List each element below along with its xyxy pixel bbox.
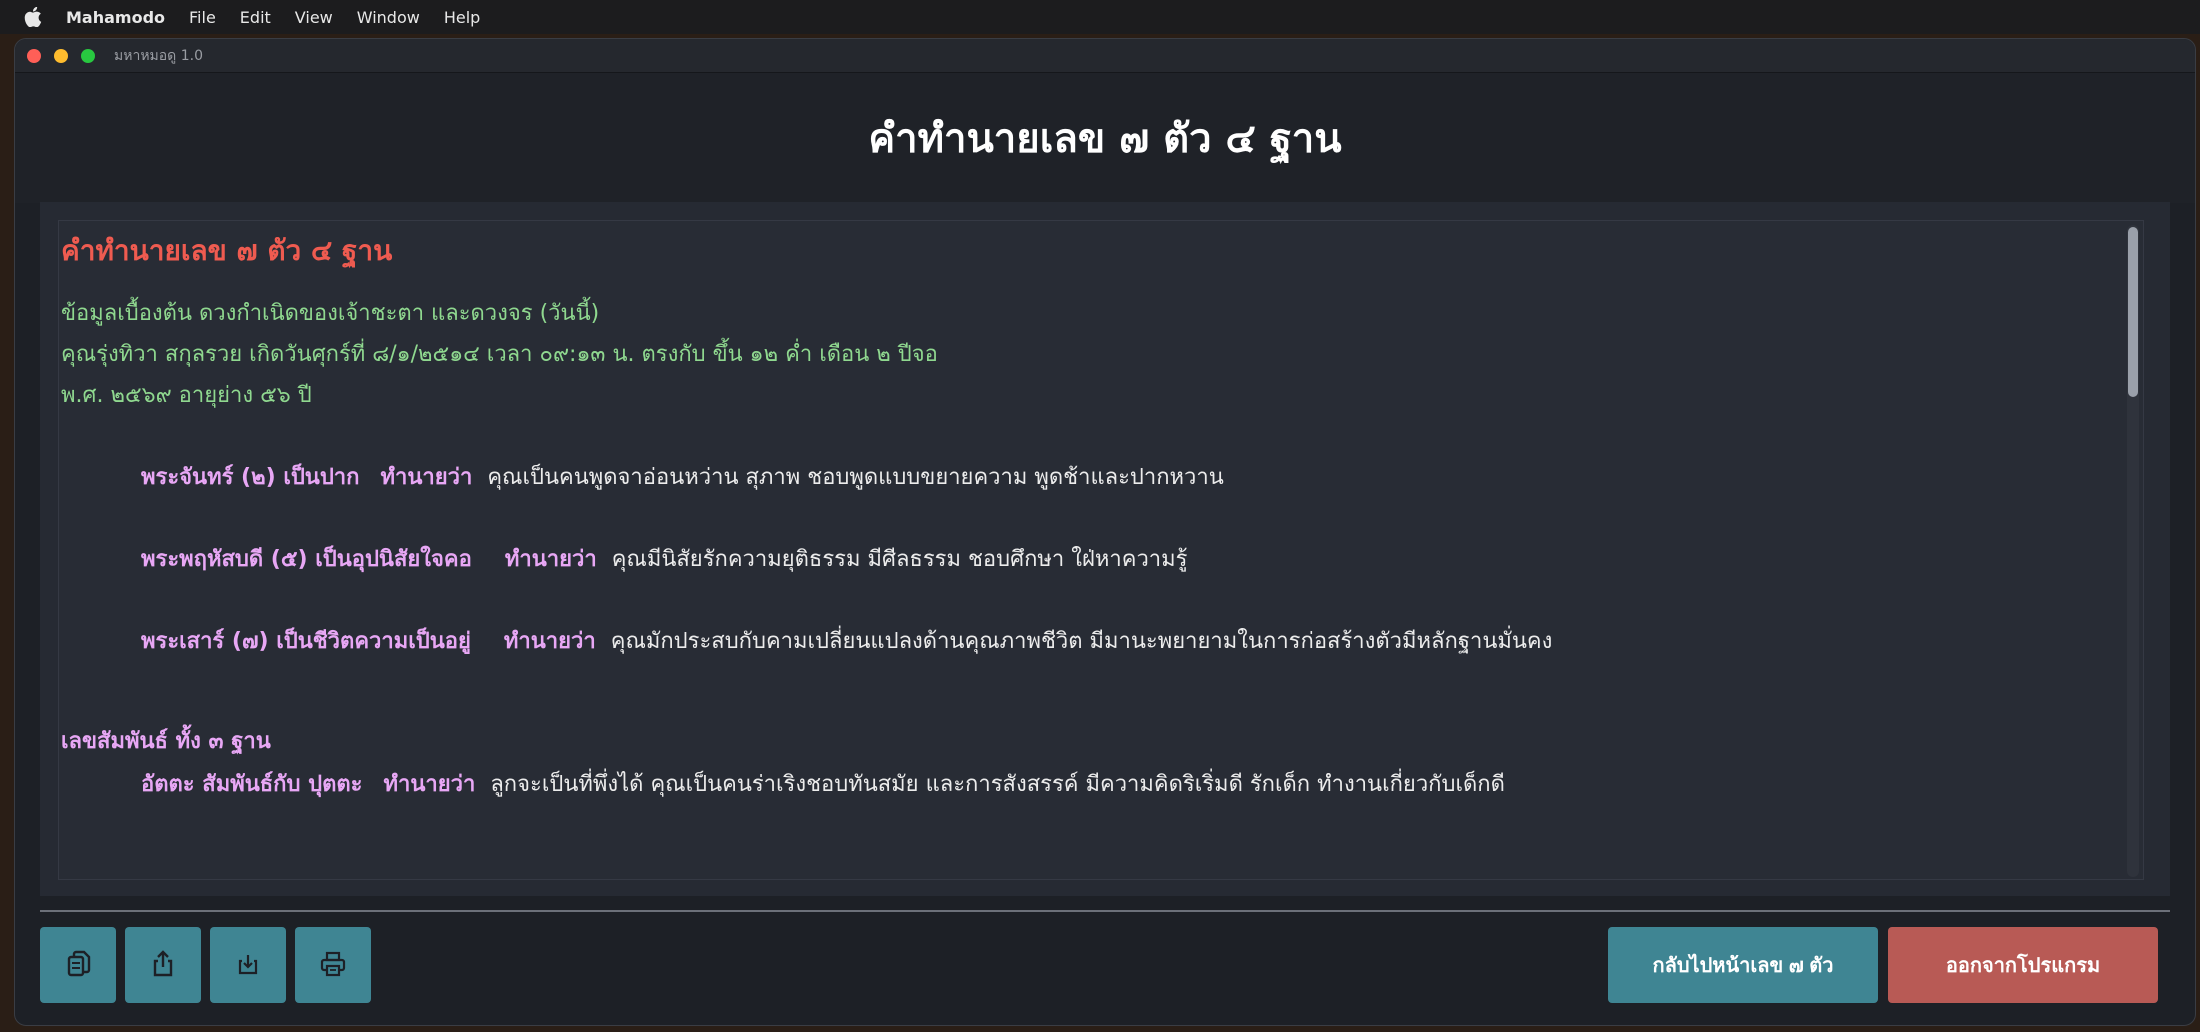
print-button[interactable]	[295, 927, 371, 1003]
page-title: คำทำนายเลข ๗ ตัว ๔ ฐาน	[868, 115, 1342, 162]
apple-icon[interactable]	[24, 6, 44, 28]
copy-icon	[62, 948, 94, 983]
prediction-planet: พระพฤหัสบดี (๕) เป็นอุปนิสัยใจคอ	[141, 547, 472, 572]
prediction-text: คุณมีนิสัยรักความยุติธรรม มีศีลธรรม ชอบศ…	[611, 547, 1188, 572]
menu-edit[interactable]: Edit	[240, 8, 271, 27]
prediction-label: ทำนายว่า	[380, 465, 473, 490]
relation-row: อัตตะ สัมพันธ์กับ ปุตตะ ทำนายว่า ลูกจะเป…	[141, 766, 1505, 801]
page-header: คำทำนายเลข ๗ ตัว ๔ ฐาน	[15, 73, 2195, 203]
info-line-2: คุณรุ่งทิวา สกุลรวย เกิดวันศุกร์ที่ ๘/๑/…	[61, 342, 938, 367]
prediction-planet: พระเสาร์ (๗) เป็นชีวิตความเป็นอยู่	[141, 629, 471, 654]
menu-view[interactable]: View	[295, 8, 333, 27]
relation-heading: เลขสัมพันธ์ ทั้ง ๓ ฐาน	[61, 729, 271, 754]
prediction-row: พระพฤหัสบดี (๕) เป็นอุปนิสัยใจคอ ทำนายว่…	[141, 541, 1187, 576]
share-icon	[147, 948, 179, 983]
share-button[interactable]	[125, 927, 201, 1003]
footer-divider	[40, 910, 2170, 912]
report-text-area[interactable]: คำทำนายเลข ๗ ตัว ๔ ฐาน ข้อมูลเบื้องต้น ด…	[58, 220, 2144, 880]
menubar: Mahamodo File Edit View Window Help	[0, 0, 2200, 34]
scrollbar-thumb[interactable]	[2128, 227, 2138, 397]
info-line-1: ข้อมูลเบื้องต้น ดวงกำเนิดของเจ้าชะตา และ…	[61, 301, 600, 326]
copy-button[interactable]	[40, 927, 116, 1003]
prediction-text: คุณมักประสบกับคามเปลี่ยนแปลงด้านคุณภาพชี…	[610, 629, 1553, 654]
title-bar: มหาหมอดู 1.0	[15, 39, 2195, 73]
relation-text: ลูกจะเป็นที่พึ่งได้ คุณเป็นคนร่าเริงชอบท…	[490, 772, 1505, 797]
relation-pair: อัตตะ สัมพันธ์กับ ปุตตะ	[141, 772, 363, 797]
menu-app-name[interactable]: Mahamodo	[66, 8, 165, 27]
prediction-label: ทำนายว่า	[503, 629, 596, 654]
report-title: คำทำนายเลข ๗ ตัว ๔ ฐาน	[61, 234, 393, 267]
print-icon	[317, 948, 349, 983]
prediction-planet: พระจันทร์ (๒) เป็นปาก	[141, 465, 360, 490]
menu-help[interactable]: Help	[444, 8, 480, 27]
relation-label: ทำนายว่า	[383, 772, 476, 797]
minimize-window-button[interactable]	[54, 48, 68, 63]
close-window-button[interactable]	[27, 48, 41, 63]
download-icon	[232, 948, 264, 983]
zoom-window-button[interactable]	[81, 48, 95, 63]
exit-program-button[interactable]: ออกจากโปรแกรม	[1888, 927, 2158, 1003]
info-line-3: พ.ศ. ๒๕๖๙ อายุย่าง ๕๖ ปี	[61, 383, 312, 408]
window-title: มหาหมอดู 1.0	[114, 47, 203, 64]
prediction-text: คุณเป็นคนพูดจาอ่อนหว่าน สุภาพ ชอบพูดแบบข…	[487, 465, 1224, 490]
download-button[interactable]	[210, 927, 286, 1003]
menu-file[interactable]: File	[189, 8, 216, 27]
report-frame: คำทำนายเลข ๗ ตัว ๔ ฐาน ข้อมูลเบื้องต้น ด…	[40, 202, 2170, 896]
vertical-scrollbar[interactable]	[2127, 225, 2139, 877]
prediction-row: พระจันทร์ (๒) เป็นปาก ทำนายว่า คุณเป็นคน…	[141, 459, 1224, 494]
back-to-seven-numbers-button[interactable]: กลับไปหน้าเลข ๗ ตัว	[1608, 927, 1878, 1003]
prediction-label: ทำนายว่า	[504, 547, 597, 572]
prediction-row: พระเสาร์ (๗) เป็นชีวิตความเป็นอยู่ ทำนาย…	[141, 623, 1552, 658]
menu-window[interactable]: Window	[357, 8, 420, 27]
